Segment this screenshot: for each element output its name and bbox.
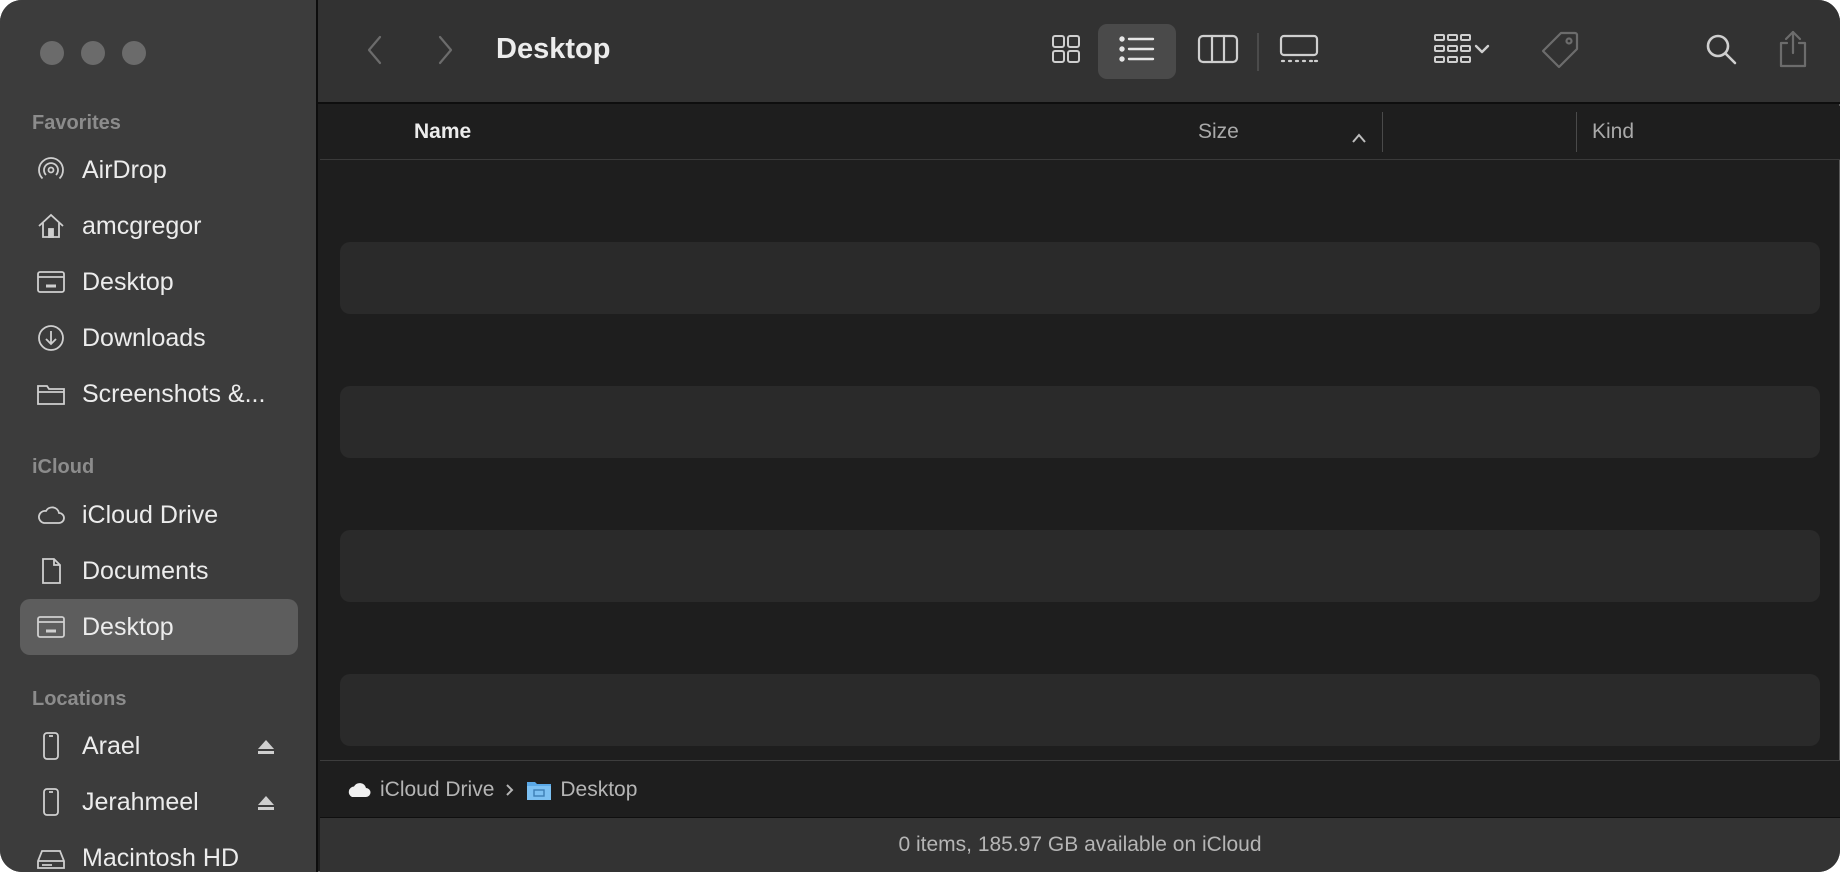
search-icon	[1704, 32, 1738, 71]
sidebar-section-favorites: Favorites	[32, 112, 121, 134]
minimize-button[interactable]	[81, 41, 105, 65]
search-button[interactable]	[1696, 28, 1746, 74]
desktop-folder-icon	[526, 779, 552, 801]
sidebar-item-label: amcgregor	[82, 211, 202, 240]
sidebar-item-label: Macintosh HD	[82, 843, 239, 872]
column-size[interactable]: Size	[1198, 120, 1239, 144]
sidebar-item-macintosh-hd[interactable]: Macintosh HD	[20, 830, 298, 872]
sidebar-item-label: AirDrop	[82, 155, 167, 184]
cloud-icon	[346, 780, 372, 800]
path-bar: iCloud Drive Desktop	[320, 760, 1840, 818]
sidebar-item-label: Arael	[82, 731, 141, 760]
sidebar-item-jerahmeel[interactable]: Jerahmeel	[20, 774, 298, 830]
path-item-icloud-drive[interactable]: iCloud Drive	[346, 778, 494, 802]
column-name[interactable]: Name	[414, 120, 471, 144]
forward-button[interactable]	[430, 32, 460, 72]
sidebar-item-arael[interactable]: Arael	[20, 718, 298, 774]
path-item-label: iCloud Drive	[380, 777, 495, 801]
group-by-icon	[1433, 32, 1473, 71]
sidebar-item-icloud-drive[interactable]: iCloud Drive	[20, 487, 298, 543]
document-icon	[36, 556, 66, 586]
sidebar: Favorites AirDrop amcgregor Desktop Down…	[0, 0, 318, 872]
sidebar-item-label: Screenshots &...	[82, 379, 266, 408]
list-view-button[interactable]	[1098, 24, 1176, 79]
sidebar-item-label: Desktop	[82, 612, 174, 641]
window-controls	[40, 41, 146, 65]
airdrop-icon	[36, 155, 66, 185]
group-by-button[interactable]	[1420, 28, 1504, 74]
finder-window: Favorites AirDrop amcgregor Desktop Down…	[0, 0, 1840, 872]
sidebar-item-label: Downloads	[82, 323, 206, 352]
grid-icon	[1049, 32, 1083, 71]
sidebar-item-airdrop[interactable]: AirDrop	[20, 142, 298, 198]
sidebar-item-desktop[interactable]: Desktop	[20, 254, 298, 310]
path-item-desktop[interactable]: Desktop	[526, 778, 637, 802]
home-icon	[36, 211, 66, 241]
path-separator-icon	[504, 783, 514, 797]
sidebar-item-label: Documents	[82, 556, 209, 585]
iphone-icon	[36, 787, 66, 817]
close-button[interactable]	[40, 41, 64, 65]
eject-icon[interactable]	[256, 791, 276, 820]
empty-row	[340, 674, 1820, 746]
column-view-button[interactable]	[1188, 28, 1248, 74]
status-text: 0 items, 185.97 GB available on iCloud	[898, 833, 1262, 856]
status-bar: 0 items, 185.97 GB available on iCloud	[320, 817, 1840, 872]
empty-row	[340, 530, 1820, 602]
tag-button[interactable]	[1534, 26, 1588, 76]
file-list[interactable]	[320, 160, 1840, 760]
column-header: Name Size Kind	[320, 106, 1840, 160]
icon-view-button[interactable]	[1038, 28, 1094, 74]
column-kind[interactable]: Kind	[1592, 120, 1634, 144]
empty-row	[340, 242, 1820, 314]
gallery-icon	[1278, 33, 1320, 70]
folder-icon	[36, 379, 66, 409]
sidebar-item-label: Desktop	[82, 267, 174, 296]
path-item-label: Desktop	[560, 777, 638, 801]
sidebar-item-label: iCloud Drive	[82, 500, 219, 529]
share-button[interactable]	[1768, 26, 1818, 76]
desktop-icon	[36, 612, 66, 642]
columns-icon	[1197, 33, 1239, 70]
eject-icon[interactable]	[256, 735, 276, 764]
sidebar-item-label: Jerahmeel	[82, 787, 199, 816]
sidebar-section-locations: Locations	[32, 688, 127, 710]
tag-icon	[1541, 29, 1581, 74]
column-divider[interactable]	[1576, 112, 1577, 152]
sort-ascending-icon[interactable]	[1350, 126, 1368, 150]
sidebar-section-icloud: iCloud	[32, 456, 95, 478]
gallery-view-button[interactable]	[1268, 28, 1330, 74]
back-button[interactable]	[360, 32, 390, 72]
chevron-right-icon	[434, 33, 456, 72]
downloads-icon	[36, 323, 66, 353]
column-divider[interactable]	[1382, 112, 1383, 152]
desktop-icon	[36, 267, 66, 297]
sidebar-item-documents[interactable]: Documents	[20, 543, 298, 599]
share-icon	[1777, 29, 1809, 74]
toolbar-separator	[1257, 33, 1259, 71]
iphone-icon	[36, 731, 66, 761]
cloud-icon	[36, 500, 66, 530]
toolbar: Desktop	[318, 0, 1840, 104]
list-icon	[1118, 34, 1156, 69]
window-title: Desktop	[496, 33, 611, 65]
sidebar-item-icloud-desktop[interactable]: Desktop	[20, 599, 298, 655]
zoom-button[interactable]	[122, 41, 146, 65]
empty-row	[340, 386, 1820, 458]
chevron-left-icon	[364, 33, 386, 72]
sidebar-item-screenshots[interactable]: Screenshots &...	[20, 366, 298, 422]
chevron-down-icon	[1473, 42, 1491, 61]
sidebar-item-downloads[interactable]: Downloads	[20, 310, 298, 366]
harddisk-icon	[36, 843, 66, 872]
sidebar-item-home[interactable]: amcgregor	[20, 198, 298, 254]
